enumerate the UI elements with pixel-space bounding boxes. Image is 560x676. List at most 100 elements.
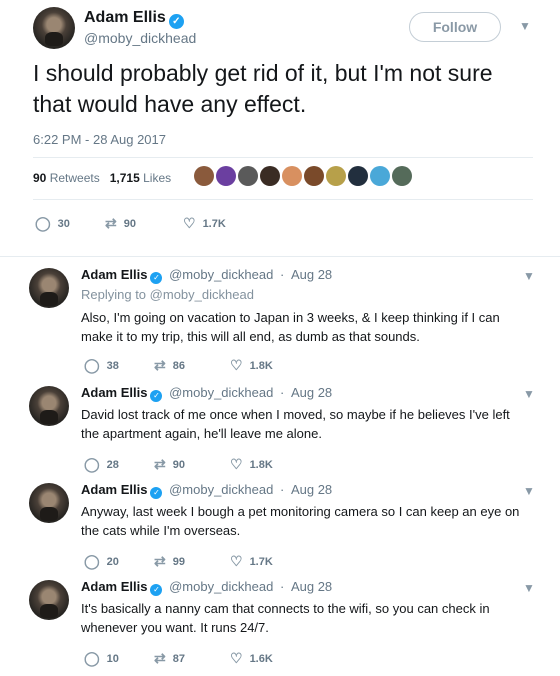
reply-header: Adam Ellis ✓ @moby_dickhead · Aug 28 <box>81 482 332 499</box>
liker-avatar[interactable] <box>194 166 214 186</box>
chevron-down-icon[interactable]: ▼ <box>523 387 535 401</box>
chevron-down-icon[interactable]: ▼ <box>523 269 535 283</box>
reply-text: David lost track of me once when I moved… <box>81 407 510 441</box>
liker-avatar[interactable] <box>216 166 236 186</box>
retweet-action[interactable]: ⇄ 90 <box>105 215 183 232</box>
heart-icon: ♡ <box>230 650 243 666</box>
liker-avatar[interactable] <box>238 166 258 186</box>
tweet-actions: ◯ 28 ⇄ 90 ♡ 1.8K <box>84 456 273 473</box>
liker-avatar[interactable] <box>326 166 346 186</box>
reply-date[interactable]: Aug 28 <box>291 385 332 400</box>
chevron-down-icon[interactable]: ▼ <box>523 581 535 595</box>
retweets-label[interactable]: Retweets <box>50 171 100 185</box>
separator: · <box>279 267 285 282</box>
avatar[interactable] <box>33 7 75 49</box>
timestamp[interactable]: 6:22 PM - 28 Aug 2017 <box>33 132 166 147</box>
liker-avatar[interactable] <box>260 166 280 186</box>
chevron-down-icon[interactable]: ▼ <box>519 19 531 33</box>
liker-avatar[interactable] <box>348 166 368 186</box>
reply-icon: ◯ <box>84 357 100 373</box>
avatar[interactable] <box>29 268 69 308</box>
reply-text: Also, I'm going on vacation to Japan in … <box>81 310 500 344</box>
reply-icon: ◯ <box>35 215 51 231</box>
author-name[interactable]: Adam Ellis <box>81 385 147 400</box>
reply-text: Anyway, last week I bough a pet monitori… <box>81 504 520 538</box>
reply-header: Adam Ellis ✓ @moby_dickhead · Aug 28 <box>81 579 332 596</box>
verified-badge-icon: ✓ <box>150 584 163 596</box>
replying-to: Replying to @moby_dickhead <box>81 287 254 302</box>
liker-avatar[interactable] <box>392 166 412 186</box>
author-name[interactable]: Adam Ellis <box>81 579 147 594</box>
divider <box>0 256 560 257</box>
reply-action[interactable]: ◯ 28 <box>84 456 154 473</box>
divider <box>33 199 533 200</box>
retweet-icon: ⇄ <box>105 215 117 231</box>
like-action[interactable]: ♡ 1.8K <box>230 357 273 374</box>
reply-icon: ◯ <box>84 553 100 569</box>
retweet-action[interactable]: ⇄ 90 <box>154 456 230 473</box>
reply-action[interactable]: ◯ 38 <box>84 357 154 374</box>
reply-header: Adam Ellis ✓ @moby_dickhead · Aug 28 <box>81 385 332 402</box>
author-name[interactable]: Adam Ellis ✓ <box>84 9 184 29</box>
retweet-icon: ⇄ <box>154 357 166 373</box>
reply-date[interactable]: Aug 28 <box>291 482 332 497</box>
reply-tweet[interactable]: Adam Ellis ✓ @moby_dickhead · Aug 28 ▼ Da… <box>0 376 560 473</box>
liker-avatar[interactable] <box>304 166 324 186</box>
verified-badge-icon: ✓ <box>168 14 184 29</box>
author-handle[interactable]: @moby_dickhead <box>169 385 273 400</box>
retweet-action[interactable]: ⇄ 87 <box>154 650 230 667</box>
tweet-actions: ◯ 20 ⇄ 99 ♡ 1.7K <box>84 553 273 570</box>
heart-icon: ♡ <box>230 357 243 373</box>
reply-icon: ◯ <box>84 650 100 666</box>
reply-icon: ◯ <box>84 456 100 472</box>
retweet-action[interactable]: ⇄ 99 <box>154 553 230 570</box>
heart-icon: ♡ <box>230 553 243 569</box>
avatar[interactable] <box>29 580 69 620</box>
divider <box>33 157 533 158</box>
avatar[interactable] <box>29 483 69 523</box>
author-name[interactable]: Adam Ellis <box>81 267 147 282</box>
author-handle[interactable]: @moby_dickhead <box>169 267 273 282</box>
verified-badge-icon: ✓ <box>150 272 163 284</box>
separator: · <box>279 385 285 400</box>
separator: · <box>279 579 285 594</box>
author-name[interactable]: Adam Ellis <box>81 482 147 497</box>
liker-avatar[interactable] <box>282 166 302 186</box>
reply-action[interactable]: ◯ 20 <box>84 553 154 570</box>
retweets-count[interactable]: 90 <box>33 171 46 185</box>
tweet-text: I should probably get rid of it, but I'm… <box>33 60 493 117</box>
liker-avatar[interactable] <box>370 166 390 186</box>
reply-tweet[interactable]: Adam Ellis ✓ @moby_dickhead · Aug 28 ▼ An… <box>0 473 560 570</box>
author-handle[interactable]: @moby_dickhead <box>169 482 273 497</box>
reply-action[interactable]: ◯ 30 <box>35 215 105 232</box>
likes-label[interactable]: Likes <box>143 171 171 185</box>
like-action[interactable]: ♡ 1.7K <box>230 553 273 570</box>
reply-action[interactable]: ◯ 10 <box>84 650 154 667</box>
like-action[interactable]: ♡ 1.7K <box>183 215 226 232</box>
reply-text: It's basically a nanny cam that connects… <box>81 601 490 635</box>
replying-to-handle[interactable]: @moby_dickhead <box>150 287 254 302</box>
chevron-down-icon[interactable]: ▼ <box>523 484 535 498</box>
author-handle[interactable]: @moby_dickhead <box>169 579 273 594</box>
retweet-icon: ⇄ <box>154 553 166 569</box>
tweet-actions: ◯ 30 ⇄ 90 ♡ 1.7K <box>35 215 226 232</box>
like-action[interactable]: ♡ 1.6K <box>230 650 273 667</box>
follow-button[interactable]: Follow <box>409 12 501 42</box>
avatar[interactable] <box>29 386 69 426</box>
heart-icon: ♡ <box>183 215 196 231</box>
verified-badge-icon: ✓ <box>150 487 163 499</box>
engagement-stats: 90 Retweets 1,715 Likes <box>33 171 171 185</box>
reply-header: Adam Ellis ✓ @moby_dickhead · Aug 28 <box>81 267 332 284</box>
reply-date[interactable]: Aug 28 <box>291 267 332 282</box>
likes-count[interactable]: 1,715 <box>110 171 140 185</box>
tweet-actions: ◯ 10 ⇄ 87 ♡ 1.6K <box>84 650 273 667</box>
reply-tweet[interactable]: Adam Ellis ✓ @moby_dickhead · Aug 28 ▼ Re… <box>0 258 560 376</box>
heart-icon: ♡ <box>230 456 243 472</box>
author-handle[interactable]: @moby_dickhead <box>84 30 196 46</box>
verified-badge-icon: ✓ <box>150 390 163 402</box>
retweet-action[interactable]: ⇄ 86 <box>154 357 230 374</box>
retweet-icon: ⇄ <box>154 456 166 472</box>
like-action[interactable]: ♡ 1.8K <box>230 456 273 473</box>
reply-tweet[interactable]: Adam Ellis ✓ @moby_dickhead · Aug 28 ▼ It… <box>0 570 560 667</box>
reply-date[interactable]: Aug 28 <box>291 579 332 594</box>
